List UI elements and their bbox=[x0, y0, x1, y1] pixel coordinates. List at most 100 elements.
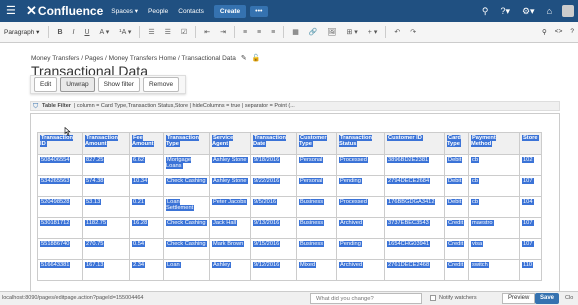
table-cell[interactable]: 1182.75 bbox=[82, 217, 130, 239]
align-right-button[interactable]: ≡ bbox=[271, 29, 275, 36]
header-service-agent[interactable]: Service Agent bbox=[209, 132, 251, 155]
table-cell[interactable]: Jack Hall bbox=[209, 217, 251, 239]
table-cell[interactable]: 0.21 bbox=[129, 196, 164, 218]
table-cell[interactable]: Archived bbox=[336, 217, 385, 239]
save-button[interactable]: Save bbox=[535, 293, 560, 304]
unwrap-button[interactable]: Unwrap bbox=[60, 77, 95, 92]
table-cell[interactable]: Debit bbox=[444, 175, 469, 197]
table-cell[interactable]: 16.28 bbox=[129, 217, 164, 239]
table-cell[interactable]: cb bbox=[468, 154, 520, 176]
underline-button[interactable]: U bbox=[84, 29, 89, 36]
bullet-list-button[interactable]: ☰ bbox=[148, 28, 154, 36]
table-cell[interactable]: 104 bbox=[519, 196, 542, 218]
transactions-table[interactable]: Transaction ID Transaction Amount Fee Am… bbox=[37, 132, 542, 281]
header-store[interactable]: Store bbox=[519, 132, 542, 155]
pin-icon[interactable]: ✎ bbox=[241, 54, 247, 62]
table-cell[interactable]: Mortgage Loans bbox=[163, 154, 210, 176]
insert-more-button[interactable]: + ▾ bbox=[368, 28, 378, 36]
header-transaction-id[interactable]: Transaction ID bbox=[37, 132, 83, 155]
table-cell[interactable]: 167.13 bbox=[82, 259, 130, 281]
table-cell[interactable]: Business bbox=[296, 196, 337, 218]
table-cell[interactable]: visa bbox=[468, 238, 520, 260]
header-payment-method[interactable]: Payment Method bbox=[468, 132, 520, 155]
edit-button[interactable]: Edit bbox=[34, 77, 58, 92]
table-cell[interactable]: 9/12/2016 bbox=[250, 259, 297, 281]
table-cell[interactable]: 270.75 bbox=[82, 238, 130, 260]
table-cell[interactable]: Processed bbox=[336, 154, 385, 176]
header-transaction-type[interactable]: Transaction Type bbox=[163, 132, 210, 155]
remove-button[interactable]: Remove bbox=[142, 77, 180, 92]
table-cell[interactable]: 530181712 bbox=[37, 217, 83, 239]
table-cell[interactable]: 520498528 bbox=[37, 196, 83, 218]
table-cell[interactable]: 107 bbox=[519, 238, 542, 260]
table-cell[interactable]: 516643381 bbox=[37, 259, 83, 281]
table-cell[interactable]: Ashley bbox=[209, 259, 251, 281]
notify-watchers-option[interactable]: Notify watchers bbox=[430, 295, 477, 301]
table-cell[interactable]: Check Cashing bbox=[163, 217, 210, 239]
search-icon[interactable]: ⚲ bbox=[482, 6, 489, 17]
change-comment-input[interactable] bbox=[310, 293, 422, 304]
header-transaction-amount[interactable]: Transaction Amount bbox=[82, 132, 130, 155]
table-cell[interactable]: Mixed bbox=[296, 259, 337, 281]
table-cell[interactable]: 6.62 bbox=[129, 154, 164, 176]
header-fee-amount[interactable]: Fee Amount bbox=[129, 132, 164, 155]
more-button[interactable]: ••• bbox=[250, 5, 268, 17]
table-cell[interactable]: Credit bbox=[444, 259, 469, 281]
numbered-list-button[interactable]: ☰ bbox=[165, 28, 171, 36]
table-cell[interactable]: Business bbox=[296, 217, 337, 239]
table-cell[interactable]: 2794DECE2684 bbox=[384, 175, 445, 197]
table-cell[interactable]: Ashley Stone bbox=[209, 175, 251, 197]
align-center-button[interactable]: ≡ bbox=[257, 29, 261, 36]
table-cell[interactable]: Pending bbox=[336, 238, 385, 260]
redo-button[interactable]: ↷ bbox=[410, 28, 416, 36]
table-cell[interactable]: Debit bbox=[444, 196, 469, 218]
table-cell[interactable]: Personal bbox=[296, 175, 337, 197]
table-cell[interactable]: maestro bbox=[468, 217, 520, 239]
table-cell[interactable]: 1654CHG03941 bbox=[384, 238, 445, 260]
help-icon[interactable]: ?▾ bbox=[500, 6, 510, 17]
table-cell[interactable]: 9/18/2016 bbox=[250, 154, 297, 176]
nav-people[interactable]: People bbox=[148, 8, 168, 15]
nav-spaces[interactable]: Spaces ▾ bbox=[111, 7, 138, 15]
notifications-icon[interactable]: ⌂ bbox=[547, 6, 552, 16]
breadcrumb-path[interactable]: Money Transfers / Pages / Money Transfer… bbox=[31, 55, 236, 62]
table-cell[interactable]: 102 bbox=[519, 154, 542, 176]
table-cell[interactable]: Peter Jacobs bbox=[209, 196, 251, 218]
table-cell[interactable]: Ashley Stone bbox=[209, 154, 251, 176]
table-cell[interactable]: 10.34 bbox=[129, 175, 164, 197]
align-left-button[interactable]: ≡ bbox=[243, 29, 247, 36]
settings-icon[interactable]: ⚙▾ bbox=[522, 6, 535, 17]
nav-contacts[interactable]: Contacts bbox=[178, 8, 204, 15]
notify-watchers-checkbox[interactable] bbox=[430, 295, 436, 301]
table-cell[interactable]: Business bbox=[296, 238, 337, 260]
table-cell[interactable]: Debit bbox=[444, 154, 469, 176]
show-filter-button[interactable]: Show filter bbox=[97, 77, 140, 92]
outdent-button[interactable]: ⇤ bbox=[204, 28, 210, 36]
table-cell[interactable]: 2.34 bbox=[129, 259, 164, 281]
table-cell[interactable]: 176BBGDGA3412 bbox=[384, 196, 445, 218]
indent-button[interactable]: ⇥ bbox=[220, 28, 226, 36]
close-button[interactable]: Clo bbox=[565, 295, 573, 301]
page-layout-button[interactable]: ▦ bbox=[292, 28, 299, 36]
help-icon[interactable]: ? bbox=[570, 28, 574, 36]
find-icon[interactable]: ⚲ bbox=[542, 28, 547, 36]
paragraph-dropdown[interactable]: Paragraph ▾ bbox=[4, 28, 39, 36]
table-filter-macro-header[interactable]: ⛉ Table Filter | column = Card Type,Tran… bbox=[30, 101, 560, 111]
table-cell[interactable]: Processed bbox=[336, 196, 385, 218]
create-button[interactable]: Create bbox=[213, 4, 247, 18]
table-cell[interactable]: 110 bbox=[519, 259, 542, 281]
task-list-button[interactable]: ☑ bbox=[181, 28, 187, 36]
header-customer-type[interactable]: Customer Type bbox=[296, 132, 337, 155]
table-cell[interactable]: 574.38 bbox=[82, 175, 130, 197]
table-cell[interactable]: Personal bbox=[296, 154, 337, 176]
table-cell[interactable]: Credit bbox=[444, 217, 469, 239]
preview-button[interactable]: Preview bbox=[502, 293, 536, 304]
table-cell[interactable]: 2761DECE2468 bbox=[384, 259, 445, 281]
avatar[interactable] bbox=[562, 5, 574, 17]
menu-icon[interactable]: ☰ bbox=[6, 5, 20, 17]
table-cell[interactable]: 534265563 bbox=[37, 175, 83, 197]
header-card-type[interactable]: Card Type bbox=[444, 132, 469, 155]
table-cell[interactable]: Loan Settlement bbox=[163, 196, 210, 218]
table-cell[interactable]: 9/13/2016 bbox=[250, 217, 297, 239]
table-cell[interactable]: 107 bbox=[519, 217, 542, 239]
